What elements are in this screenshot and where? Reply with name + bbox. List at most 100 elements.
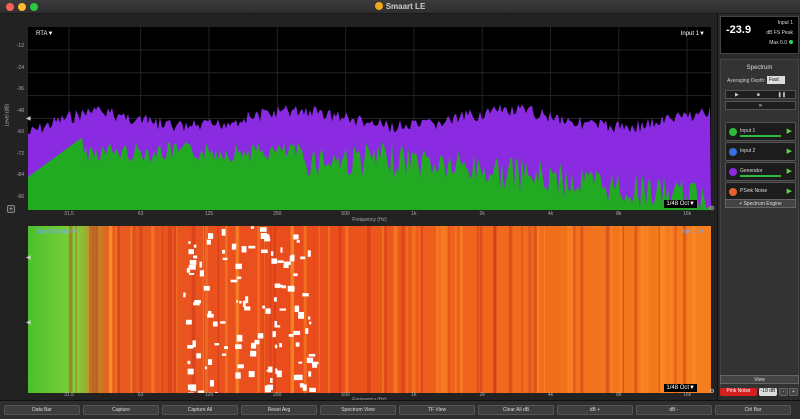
meter-input[interactable]: Input 1 <box>778 20 793 26</box>
peak-hotspot <box>281 285 287 289</box>
rta-level-marker[interactable]: ◀ <box>26 115 31 122</box>
peak-hotspot <box>208 359 213 365</box>
cmd-spectrum-view-button[interactable]: Spectrum View <box>320 405 396 415</box>
transport-controls-2: ✕ <box>725 101 796 110</box>
spectrograph-settings-icon[interactable]: ⚙ <box>708 388 716 396</box>
frequency-band <box>610 226 613 393</box>
spectrograph-top-marker[interactable]: ◀ <box>26 254 31 261</box>
window-title: Smaart LE <box>0 2 800 11</box>
frequency-band <box>436 226 440 393</box>
frequency-band <box>68 226 73 393</box>
frequency-band <box>257 226 259 393</box>
frequency-band <box>634 226 638 393</box>
peak-hotspot <box>187 368 194 375</box>
spectrograph-plot[interactable]: Spectrograph▼ Input 1▼ 1/48 Oct▼ <box>28 226 711 393</box>
spectrograph-input-dropdown[interactable]: Input 1▼ <box>679 228 707 236</box>
app-icon <box>374 2 383 10</box>
cmd-db--button[interactable]: dB + <box>557 405 633 415</box>
source-level-bar <box>740 135 781 137</box>
peak-hotspot <box>188 249 194 255</box>
frequency-band <box>664 226 666 393</box>
frequency-band <box>161 226 164 393</box>
peak-hotspot <box>221 228 226 236</box>
frequency-band <box>543 226 545 393</box>
source-play-icon[interactable]: ▶ <box>787 167 792 175</box>
add-spectrum-engine-button[interactable]: + Spectrum Engine <box>725 199 796 208</box>
source-input-1[interactable]: Input 1 ▶ <box>725 122 796 141</box>
peak-hotspot <box>212 321 218 327</box>
peak-hotspot <box>206 239 211 245</box>
cmd-data-bar-button[interactable]: Data Bar <box>4 405 80 415</box>
source-generator[interactable]: Generator ▶ <box>725 162 796 181</box>
peak-hotspot <box>221 353 227 356</box>
view-button[interactable]: View <box>720 375 799 384</box>
panel-title: Spectrum <box>746 65 773 71</box>
peak-hotspot <box>293 374 297 381</box>
frequency-band <box>273 226 276 393</box>
cmd-tf-view-button[interactable]: TF View <box>399 405 475 415</box>
peak-hotspot <box>293 273 298 277</box>
peak-hotspot <box>262 305 266 309</box>
peak-hotspot <box>241 246 247 253</box>
cmd-clear-all-db-button[interactable]: Clear All dB <box>478 405 554 415</box>
rta-plot[interactable]: RTA▼ Input 1▼ 1/48 Oct▼ <box>28 27 711 210</box>
peak-hotspot <box>230 279 238 283</box>
pink-noise-button[interactable]: Pink Noise <box>720 388 757 396</box>
averaging-select[interactable]: Fast <box>767 76 785 84</box>
frequency-band <box>327 226 330 393</box>
title-bar: Smaart LE <box>0 0 800 14</box>
peak-hotspot <box>187 360 191 365</box>
frequency-band <box>670 226 672 393</box>
command-bar: Data Bar Capture Capture All Reset Avg Spect… <box>0 400 800 419</box>
cmd-ctrl-bar-button[interactable]: Ctrl Bar <box>715 405 791 415</box>
peak-hotspot <box>214 343 220 346</box>
tools-icon[interactable]: ✕ <box>758 103 762 109</box>
peak-hotspot <box>235 263 242 270</box>
rta-x-title: Frequency (Hz) <box>352 217 387 223</box>
rta-settings-icon[interactable]: ⚙ <box>708 205 716 213</box>
peak-hotspot <box>188 264 196 270</box>
pause-icon[interactable]: ❚❚ <box>778 92 786 98</box>
source-input-2[interactable]: Input 2 ▶ <box>725 142 796 161</box>
cmd-capture-button[interactable]: Capture <box>83 405 159 415</box>
cmd-capture-all-button[interactable]: Capture All <box>162 405 238 415</box>
frequency-band <box>217 226 220 393</box>
play-icon[interactable]: ▶ <box>735 92 739 98</box>
source-led-icon[interactable] <box>729 148 737 156</box>
peak-hotspot <box>288 333 294 337</box>
spectrograph-dropdown[interactable]: Spectrograph▼ <box>34 228 80 236</box>
source-label: Generator <box>740 168 763 174</box>
rta-input-dropdown[interactable]: Input 1▼ <box>678 30 707 38</box>
frequency-band <box>338 226 342 393</box>
source-play-icon[interactable]: ▶ <box>787 187 792 195</box>
source-play-icon[interactable]: ▶ <box>787 147 792 155</box>
source-led-icon[interactable] <box>729 168 737 176</box>
frequency-band <box>318 226 320 393</box>
level-meter[interactable]: -23.9 Input 1 dB FS Peak Max 0.0 <box>720 16 799 54</box>
peak-hotspot <box>183 292 186 298</box>
meter-mode[interactable]: dB FS Peak <box>766 30 793 36</box>
source-led-icon[interactable] <box>729 188 737 196</box>
rta-y-tick: -36 <box>16 86 24 92</box>
rta-dropdown[interactable]: RTA▼ <box>34 30 56 38</box>
rta-y-label: Level (dB) <box>4 103 11 127</box>
peak-hotspot <box>271 258 278 264</box>
source-play-icon[interactable]: ▶ <box>787 127 792 135</box>
noise-minus-button[interactable]: - <box>779 388 788 396</box>
noise-plus-button[interactable]: + <box>789 388 798 396</box>
source-led-icon[interactable] <box>729 128 737 136</box>
frequency-band <box>115 226 117 393</box>
spectrograph-bottom-marker[interactable]: ◀ <box>26 319 31 326</box>
frequency-band <box>440 226 444 393</box>
frequency-band <box>418 226 420 393</box>
rta-resolution-dropdown[interactable]: 1/48 Oct▼ <box>664 200 697 208</box>
expand-plot-button[interactable]: + <box>7 205 15 213</box>
rta-y-tick: -72 <box>16 150 24 157</box>
peak-hotspot <box>284 261 291 265</box>
peak-hotspot <box>257 333 264 339</box>
stop-icon[interactable]: ■ <box>757 92 760 98</box>
cmd-db--button[interactable]: dB - <box>636 405 712 415</box>
cmd-reset-avg-button[interactable]: Reset Avg <box>241 405 317 415</box>
frequency-band <box>95 226 99 393</box>
pink-noise-level[interactable]: -18 dB <box>759 388 777 396</box>
